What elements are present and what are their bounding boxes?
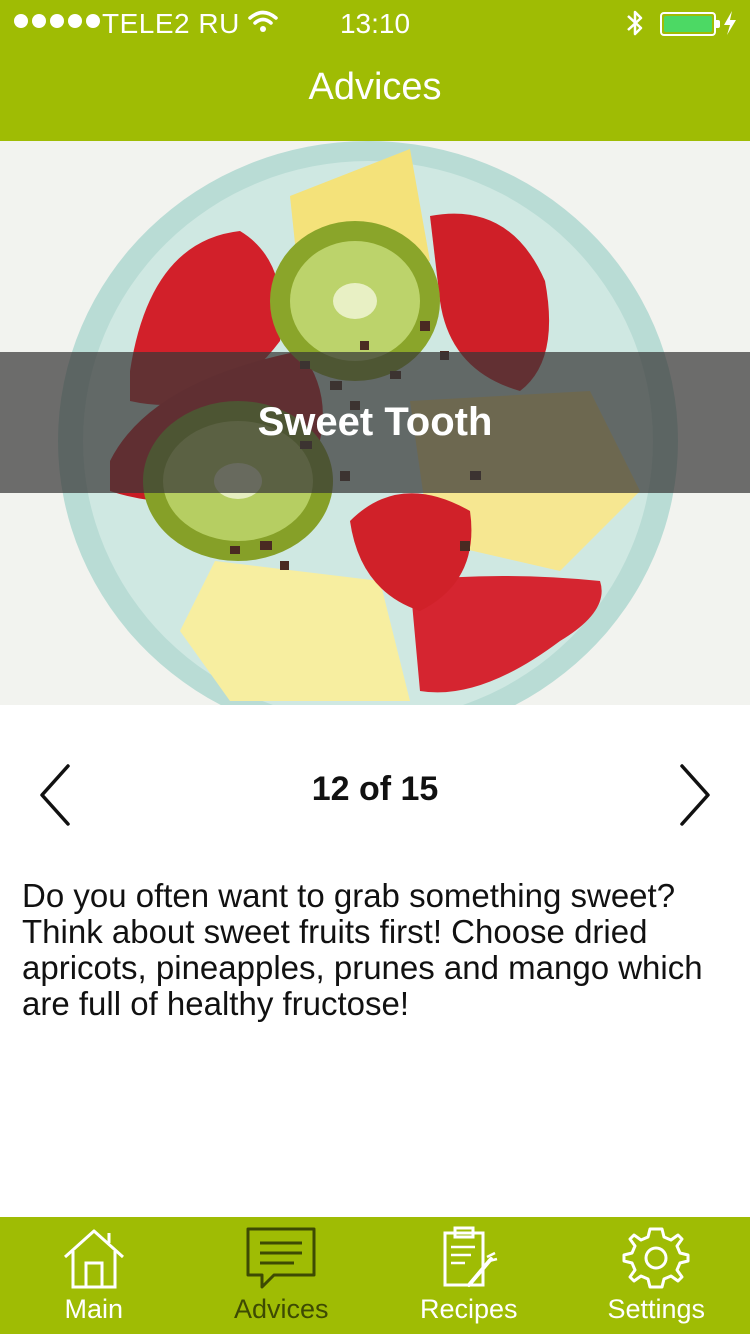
tab-advices[interactable]: Advices xyxy=(188,1217,376,1334)
tab-main[interactable]: Main xyxy=(0,1217,188,1334)
header: TELE2 RU 13:10 Advices xyxy=(0,0,750,141)
tab-label: Main xyxy=(64,1294,124,1324)
hero-caption-band: Sweet Tooth xyxy=(0,352,750,493)
next-button[interactable] xyxy=(670,760,720,830)
advice-body: Do you often want to grab something swee… xyxy=(22,877,703,1022)
tab-label: Settings xyxy=(607,1294,706,1324)
tab-bar: Main Advices Recipes Settings xyxy=(0,1217,750,1334)
tab-recipes[interactable]: Recipes xyxy=(375,1217,563,1334)
gear-icon xyxy=(622,1227,690,1289)
hero-image: Sweet Tooth xyxy=(0,141,750,705)
home-icon xyxy=(63,1229,124,1289)
tab-settings[interactable]: Settings xyxy=(563,1217,750,1334)
charging-bolt-icon xyxy=(724,11,736,35)
tab-label: Advices xyxy=(233,1294,329,1324)
bluetooth-icon xyxy=(627,10,643,36)
chat-bubble-icon xyxy=(246,1227,316,1289)
pager: 12 of 15 xyxy=(0,740,750,840)
recipe-clipboard-icon xyxy=(443,1226,498,1287)
status-bar: TELE2 RU 13:10 xyxy=(0,0,750,48)
advice-title: Sweet Tooth xyxy=(257,400,493,444)
battery-icon xyxy=(660,12,720,36)
page-title: Advices xyxy=(308,66,442,108)
page-counter: 12 of 15 xyxy=(311,770,439,808)
tab-label: Recipes xyxy=(419,1294,518,1324)
